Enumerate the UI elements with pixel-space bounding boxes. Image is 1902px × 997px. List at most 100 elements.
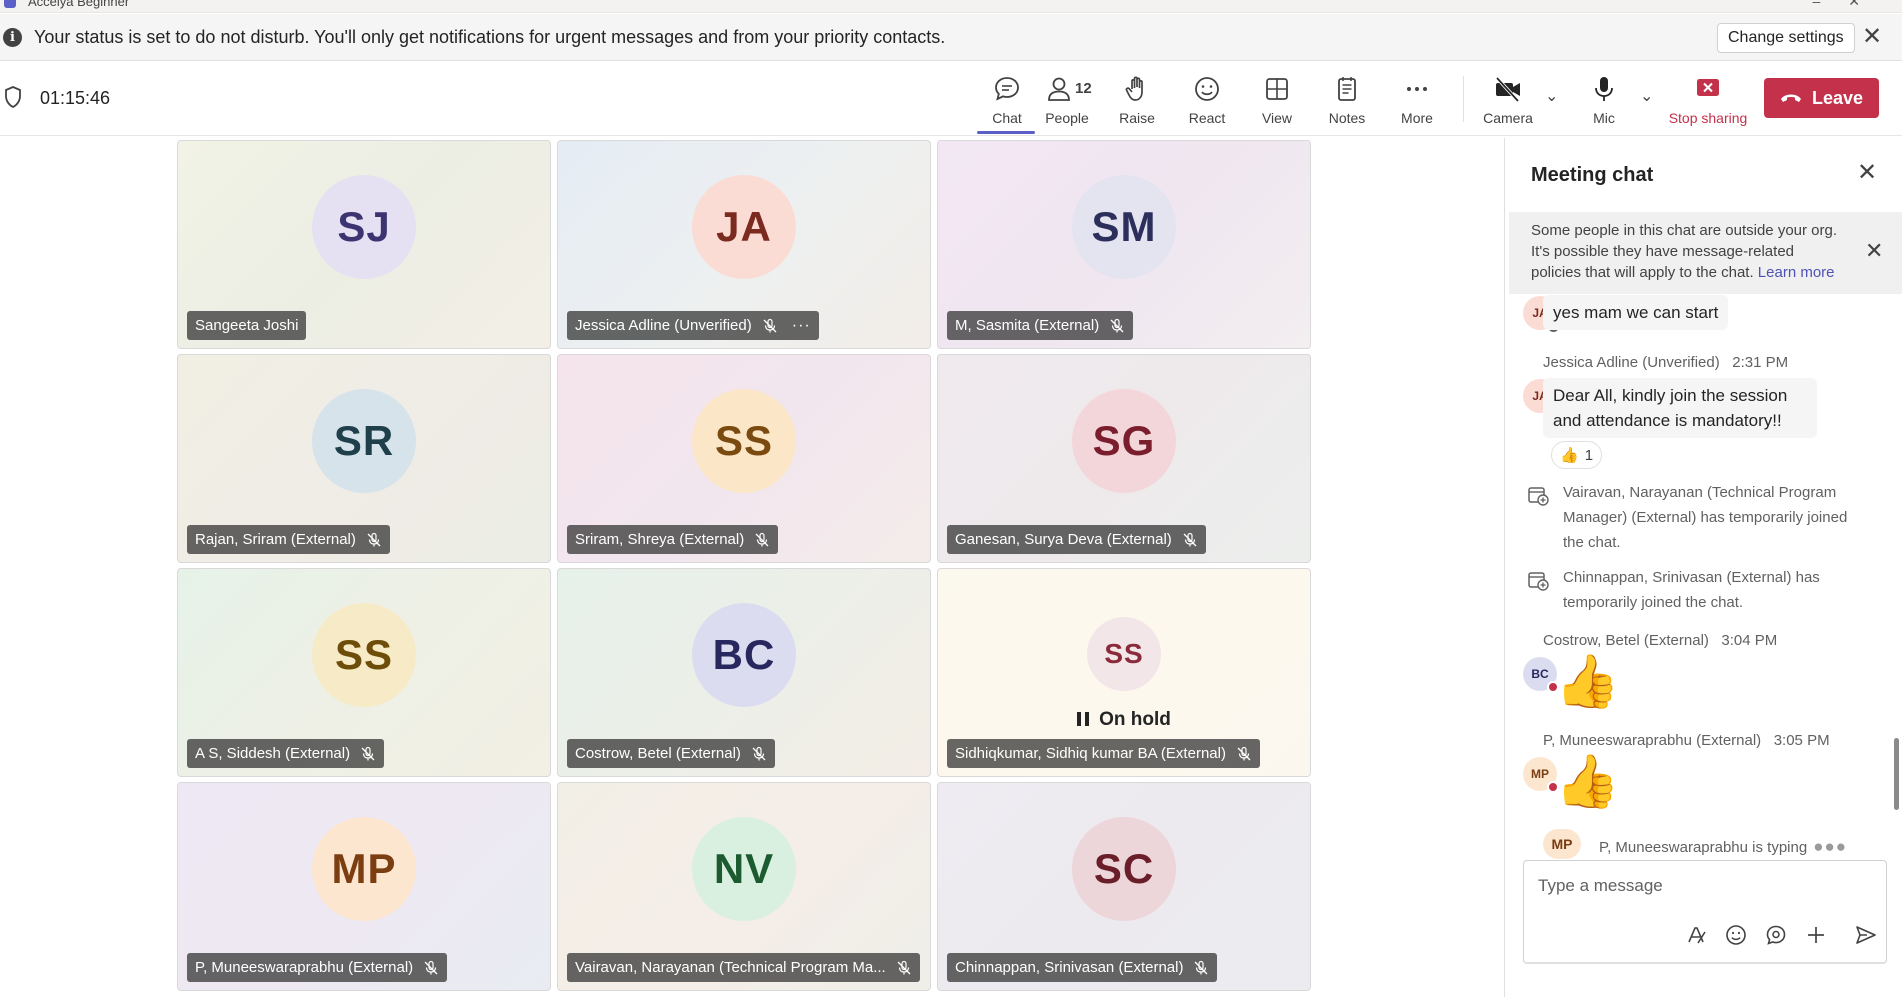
stop-sharing-button[interactable]: Stop sharing [1668, 70, 1748, 130]
meeting-chat-panel: Meeting chat ✕ Some people in this chat … [1504, 138, 1902, 997]
change-settings-button[interactable]: Change settings [1717, 23, 1855, 53]
participant-tile[interactable]: SR Rajan, Sriram (External) [177, 354, 551, 563]
participant-name-tag: Vairavan, Narayanan (Technical Program M… [567, 953, 920, 982]
system-message: Chinnappan, Srinivasan (External) has te… [1563, 569, 1820, 611]
meeting-timer: 01:15:46 [40, 88, 111, 108]
participant-name-tag: Sidhiqkumar, Sidhiq kumar BA (External) [947, 739, 1260, 768]
participant-name-tag: Sriram, Shreya (External) [567, 525, 779, 554]
message-time: 2:31 PM [1732, 354, 1789, 371]
chat-message[interactable]: Dear All, kindly join the session and at… [1543, 378, 1817, 438]
participant-tile[interactable]: MP P, Muneeswaraprabhu (External) [177, 782, 551, 991]
participant-tile[interactable]: SS A S, Siddesh (External) [177, 568, 551, 777]
notes-button[interactable]: Notes [1317, 70, 1377, 130]
react-label: React [1188, 110, 1226, 126]
thumbs-up-emoji[interactable]: 👍 [1555, 652, 1620, 712]
avatar: BC [1523, 657, 1559, 693]
avatar: JA [692, 175, 796, 279]
participant-name-tag: M, Sasmita (External) [947, 311, 1134, 340]
toolbar-divider [1463, 76, 1464, 122]
typing-indicator: P, Muneeswaraprabhu is typing ●●● [1599, 837, 1847, 856]
learn-more-link[interactable]: Learn more [1758, 264, 1835, 281]
chat-icon [995, 77, 1019, 101]
participant-tile[interactable]: BC Costrow, Betel (External) [557, 568, 931, 777]
avatar: SS [312, 603, 416, 707]
leave-button[interactable]: Leave [1764, 78, 1879, 118]
grid-view-icon [1266, 78, 1288, 100]
send-icon[interactable] [1854, 923, 1878, 947]
mic-button[interactable]: Mic [1574, 70, 1634, 130]
participant-name-tag: Sangeeta Joshi [187, 311, 307, 340]
participant-name: Ganesan, Surya Deva (External) [955, 531, 1172, 548]
participant-name: Rajan, Sriram (External) [195, 531, 356, 548]
people-button[interactable]: 12 People [1037, 70, 1097, 130]
format-icon[interactable] [1684, 923, 1708, 947]
avatar: MP [312, 817, 416, 921]
message-composer [1523, 860, 1887, 964]
info-icon: i [3, 27, 22, 47]
emoji-icon[interactable] [1724, 923, 1748, 947]
participant-tile[interactable]: NV Vairavan, Narayanan (Technical Progra… [557, 782, 931, 991]
participant-name: Sidhiqkumar, Sidhiq kumar BA (External) [955, 745, 1226, 762]
participant-tile[interactable]: SG Ganesan, Surya Deva (External) [937, 354, 1311, 563]
avatar: SR [312, 389, 416, 493]
camera-label: Camera [1483, 110, 1533, 126]
participant-tile[interactable]: SM M, Sasmita (External) [937, 140, 1311, 349]
participant-tile[interactable]: SJ Sangeeta Joshi [177, 140, 551, 349]
mic-off-icon [1183, 532, 1197, 546]
chat-message[interactable]: yes mam we can start [1543, 295, 1729, 330]
participant-name: P, Muneeswaraprabhu (External) [195, 959, 414, 976]
avatar: MP [1523, 757, 1559, 793]
banner-close-icon[interactable]: ✕ [1862, 24, 1882, 50]
notes-label: Notes [1328, 110, 1366, 126]
mic-options-chevron-icon[interactable]: ⌄ [1640, 86, 1653, 106]
mic-off-icon [1237, 746, 1251, 760]
meeting-toolbar: 01:15:46 Chat 12 People Raise React View… [0, 62, 1902, 136]
plus-icon[interactable] [1804, 923, 1828, 947]
participant-name-tag: A S, Siddesh (External) [187, 739, 385, 768]
person-joined-icon [1528, 572, 1549, 591]
chat-close-icon[interactable]: ✕ [1857, 158, 1877, 187]
message-sender: Costrow, Betel (External) 3:04 PM [1543, 632, 1778, 649]
people-icon [1048, 77, 1070, 101]
camera-button[interactable]: Camera [1478, 70, 1538, 130]
on-hold-label: On hold [1099, 709, 1171, 730]
external-policy-notice: Some people in this chat are outside you… [1509, 212, 1902, 294]
banner-message: Your status is set to do not disturb. Yo… [34, 26, 946, 47]
stop-share-icon [1697, 79, 1719, 96]
message-time: 3:04 PM [1721, 632, 1778, 649]
mic-off-icon [367, 532, 381, 546]
participant-tile[interactable]: SS Sriram, Shreya (External) [557, 354, 931, 563]
chat-button[interactable]: Chat [977, 70, 1037, 134]
mic-off-icon [361, 746, 375, 760]
more-options-icon[interactable]: ··· [792, 317, 811, 335]
thumbs-up-emoji[interactable]: 👍 [1555, 752, 1620, 812]
participant-name: A S, Siddesh (External) [195, 745, 351, 762]
loop-component-icon[interactable] [1764, 923, 1788, 947]
dnd-status-banner: i Your status is set to do not disturb. … [0, 14, 1902, 61]
more-dots-icon [1407, 87, 1427, 91]
participant-tile-on-hold[interactable]: SS On hold Sidhiqkumar, Sidhiq kumar BA … [937, 568, 1311, 777]
react-button[interactable]: React [1177, 70, 1237, 130]
participant-tile[interactable]: SC Chinnappan, Srinivasan (External) [937, 782, 1311, 991]
typing-avatar: MP [1543, 829, 1581, 859]
more-button[interactable]: More [1387, 70, 1447, 130]
camera-options-chevron-icon[interactable]: ⌄ [1545, 86, 1558, 106]
mic-off-icon [1195, 960, 1208, 974]
window-controls[interactable]: –✕ [1812, 0, 1888, 10]
avatar: SS [1087, 617, 1161, 691]
mic-off-icon [752, 746, 766, 760]
video-grid: SJ Sangeeta Joshi JA Jessica Adline (Unv… [176, 139, 1312, 993]
participant-tile[interactable]: JA Jessica Adline (Unverified) ··· [557, 140, 931, 349]
participant-name: Jessica Adline (Unverified) [575, 317, 752, 334]
message-sender: Jessica Adline (Unverified) 2:31 PM [1543, 354, 1789, 371]
raise-hand-button[interactable]: Raise [1107, 70, 1167, 130]
chat-scrollbar[interactable] [1894, 738, 1899, 810]
policy-close-icon[interactable]: ✕ [1865, 238, 1883, 264]
participant-name-tag: P, Muneeswaraprabhu (External) [187, 953, 448, 982]
view-button[interactable]: View [1247, 70, 1307, 130]
avatar: SG [1072, 389, 1176, 493]
typing-dots-icon: ●●● [1813, 837, 1847, 856]
avatar: SC [1072, 817, 1176, 921]
message-input[interactable] [1538, 871, 1868, 901]
reaction-badge[interactable]: 👍 1 [1551, 441, 1603, 469]
